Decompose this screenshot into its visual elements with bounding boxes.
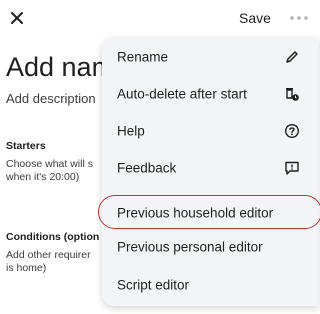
auto-delete-icon	[286, 88, 299, 101]
menu-item-previous-household-editor[interactable]: Previous household editor	[98, 194, 320, 232]
overflow-menu: Rename Auto-delete after start Help Feed…	[98, 38, 320, 306]
menu-item-label: Auto-delete after start	[117, 86, 247, 102]
menu-item-label: Rename	[117, 49, 169, 65]
menu-item-label: Previous personal editor	[117, 239, 263, 255]
menu-item-label: Script editor	[117, 277, 190, 293]
menu-item-label: Help	[117, 123, 145, 139]
menu-item-auto-delete[interactable]: Auto-delete after start	[102, 75, 319, 113]
close-icon[interactable]	[6, 7, 28, 29]
top-bar: Save	[0, 0, 319, 36]
menu-item-feedback[interactable]: Feedback	[102, 149, 319, 187]
menu-item-previous-personal-editor[interactable]: Previous personal editor	[102, 228, 319, 266]
menu-item-script-editor[interactable]: Script editor	[102, 266, 319, 304]
menu-item-rename[interactable]: Rename	[102, 38, 319, 76]
save-button[interactable]: Save	[239, 10, 271, 26]
menu-item-help[interactable]: Help	[102, 112, 319, 150]
conditions-heading: Conditions (option	[6, 231, 100, 243]
more-options-icon[interactable]	[287, 10, 311, 26]
menu-item-label: Previous household editor	[117, 205, 274, 221]
help-icon	[284, 123, 300, 139]
feedback-icon	[285, 161, 299, 175]
automation-description-field[interactable]: Add description	[6, 91, 96, 106]
pencil-icon	[286, 51, 298, 63]
starters-heading: Starters	[6, 140, 46, 152]
menu-item-label: Feedback	[117, 160, 177, 176]
